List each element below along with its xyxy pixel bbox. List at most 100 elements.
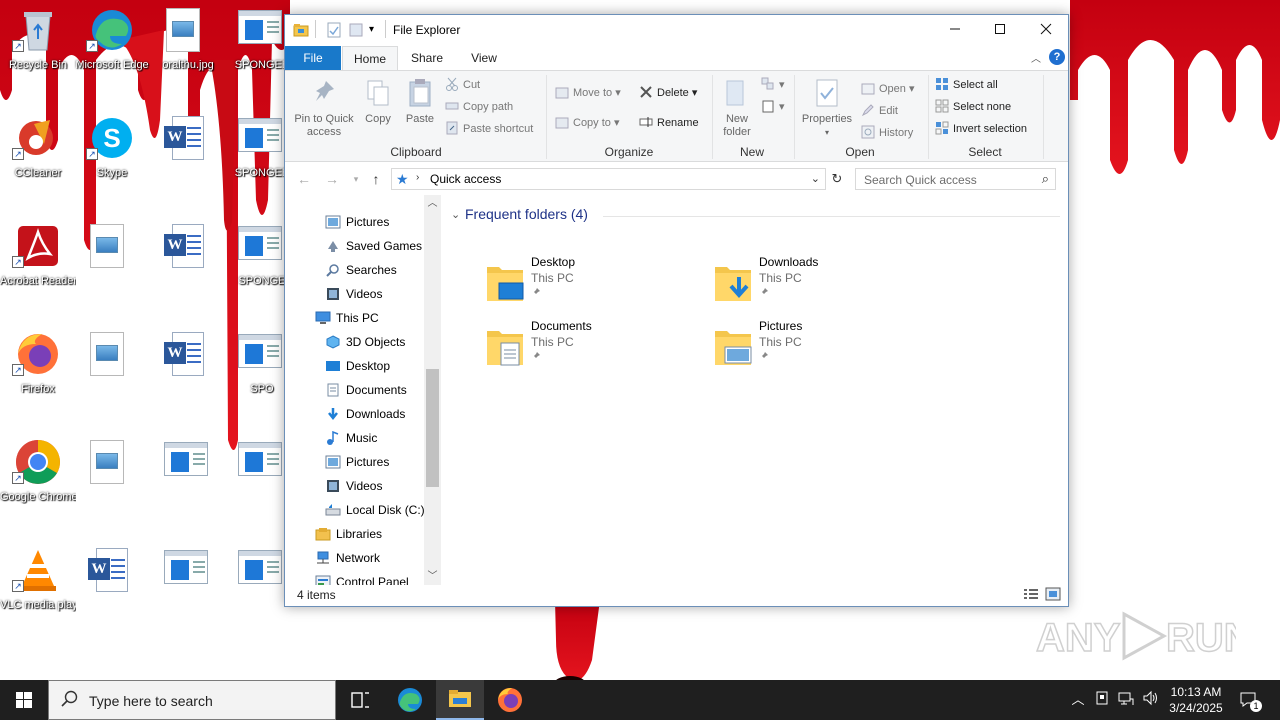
- new-folder-button[interactable]: New folder: [717, 77, 757, 139]
- desktop-icon[interactable]: ↗ Google Chrome: [0, 432, 76, 532]
- file-explorer-window[interactable]: ▾ File Explorer File Home Share View ︿ ?…: [284, 14, 1069, 607]
- nav-item-downloads[interactable]: Downloads: [325, 403, 405, 425]
- nav-item-network[interactable]: Network: [315, 547, 380, 569]
- copy-path-button[interactable]: Copy path: [445, 97, 513, 117]
- volume-tray-icon[interactable]: [1140, 690, 1160, 710]
- desktop-icon[interactable]: W: [74, 540, 150, 640]
- device-tray-icon[interactable]: [1092, 690, 1112, 710]
- show-hidden-icons-chevron-icon[interactable]: ︿: [1068, 690, 1088, 710]
- scroll-down-arrow-icon[interactable]: ﹀: [424, 568, 441, 585]
- content-pane[interactable]: ⌄ Frequent folders (4) Desktop This PC Dow…: [443, 195, 1068, 585]
- edit-button[interactable]: Edit: [861, 101, 898, 121]
- task-view-button[interactable]: [336, 680, 384, 720]
- desktop-icon[interactable]: W: [150, 324, 226, 424]
- large-icons-view-icon[interactable]: [1045, 587, 1061, 601]
- history-button[interactable]: History: [861, 123, 913, 143]
- desktop-icon[interactable]: [74, 324, 150, 424]
- search-input[interactable]: Search Quick access ⌕: [855, 168, 1056, 190]
- copy-to-button[interactable]: Copy to ▾: [555, 113, 620, 133]
- nav-item-3d-objects[interactable]: 3D Objects: [325, 331, 405, 353]
- tab-view[interactable]: View: [459, 46, 509, 70]
- nav-item-music[interactable]: Music: [325, 427, 377, 449]
- taskbar-firefox-button[interactable]: [486, 680, 534, 720]
- move-to-button[interactable]: Move to ▾: [555, 83, 621, 103]
- taskbar-file-explorer-button[interactable]: [436, 680, 484, 720]
- nav-item-desktop[interactable]: Desktop: [325, 355, 390, 377]
- frequent-folders-heading[interactable]: Frequent folders (4): [465, 206, 588, 222]
- desktop-icon[interactable]: ↗ Microsoft Edge: [74, 0, 150, 100]
- nav-item-searches[interactable]: Searches: [325, 259, 397, 281]
- taskbar-clock[interactable]: 10:13 AM 3/24/2025: [1164, 684, 1228, 716]
- nav-item-videos[interactable]: Videos: [325, 475, 382, 497]
- desktop-icon[interactable]: ↗ CCleaner: [0, 108, 76, 208]
- tab-file[interactable]: File: [285, 46, 341, 70]
- properties-button[interactable]: Properties ▾: [799, 77, 855, 139]
- select-all-button[interactable]: Select all: [935, 75, 998, 95]
- new-folder-qa-icon[interactable]: [349, 22, 363, 41]
- desktop-icon[interactable]: ↗ Acrobat Reader: [0, 216, 76, 316]
- scroll-up-arrow-icon[interactable]: ︿: [424, 195, 441, 212]
- forward-arrow-icon[interactable]: →: [323, 170, 341, 188]
- details-view-icon[interactable]: [1023, 587, 1039, 601]
- open-button[interactable]: Open ▾: [861, 79, 915, 99]
- desktop-icon[interactable]: W: [150, 216, 226, 316]
- navigation-pane[interactable]: Pictures Saved Games Searches Videos This PC…: [285, 195, 441, 585]
- new-item-button[interactable]: ▾: [761, 75, 785, 95]
- folder-tile-pictures[interactable]: Pictures This PC: [713, 317, 933, 373]
- up-arrow-icon[interactable]: ↑: [367, 170, 385, 188]
- nav-item-documents[interactable]: Documents: [325, 379, 407, 401]
- nav-item-pictures[interactable]: Pictures: [325, 211, 389, 233]
- taskbar-search-box[interactable]: Type here to search: [48, 680, 336, 720]
- refresh-icon[interactable]: ↻: [828, 170, 846, 188]
- paste-button[interactable]: Paste: [402, 77, 438, 126]
- folder-tile-desktop[interactable]: Desktop This PC: [485, 253, 705, 309]
- nav-item-libraries[interactable]: Libraries: [315, 523, 382, 545]
- title-bar[interactable]: ▾ File Explorer: [285, 15, 1068, 46]
- properties-qa-icon[interactable]: [327, 22, 341, 41]
- back-arrow-icon[interactable]: ←: [295, 170, 313, 188]
- nav-item-saved-games[interactable]: Saved Games: [325, 235, 422, 257]
- taskbar-edge-button[interactable]: [386, 680, 434, 720]
- recent-locations-chevron-icon[interactable]: ▾: [347, 170, 365, 188]
- delete-button[interactable]: Delete ▾: [639, 83, 697, 103]
- folder-tile-documents[interactable]: Documents This PC: [485, 317, 705, 373]
- customize-qa-dropdown-icon[interactable]: ▾: [369, 24, 374, 35]
- maximize-button[interactable]: [977, 15, 1023, 45]
- nav-pane-scrollbar[interactable]: ︿ ﹀: [424, 195, 441, 585]
- desktop-icon[interactable]: [150, 432, 226, 532]
- desktop-icon[interactable]: W: [150, 108, 226, 208]
- nav-item-this-pc[interactable]: This PC: [315, 307, 379, 329]
- section-collapse-chevron-icon[interactable]: ⌄: [451, 208, 460, 221]
- copy-button[interactable]: Copy: [361, 77, 395, 126]
- paste-shortcut-button[interactable]: Paste shortcut: [445, 119, 533, 139]
- rename-button[interactable]: Rename: [639, 113, 699, 133]
- start-button[interactable]: [0, 680, 48, 720]
- desktop-icon[interactable]: S ↗ Skype: [74, 108, 150, 208]
- desktop-icon[interactable]: ↗ Recycle Bin: [0, 0, 76, 100]
- nav-item-videos[interactable]: Videos: [325, 283, 382, 305]
- collapse-ribbon-icon[interactable]: ︿: [1031, 50, 1041, 65]
- nav-item-pictures[interactable]: Pictures: [325, 451, 389, 473]
- network-tray-icon[interactable]: [1116, 690, 1136, 710]
- search-icon[interactable]: ⌕: [1042, 171, 1049, 187]
- minimize-button[interactable]: [932, 15, 978, 45]
- scrollbar-thumb[interactable]: [426, 369, 439, 487]
- desktop-icon[interactable]: [74, 216, 150, 316]
- desktop-icon[interactable]: ↗ VLC media player: [0, 540, 76, 640]
- pin-to-quick-access-button[interactable]: Pin to Quick access: [289, 77, 359, 139]
- nav-item-control-panel[interactable]: Control Panel: [315, 571, 409, 585]
- cut-button[interactable]: Cut: [445, 75, 480, 95]
- help-icon[interactable]: ?: [1049, 49, 1065, 65]
- tab-share[interactable]: Share: [402, 46, 452, 70]
- address-bar[interactable]: ★ › Quick access ⌄: [391, 168, 826, 190]
- desktop-icon[interactable]: oralthu.jpg: [150, 0, 226, 100]
- breadcrumb-chevron-icon[interactable]: ›: [416, 172, 419, 183]
- breadcrumb-quick-access[interactable]: Quick access: [430, 172, 501, 186]
- desktop-icon[interactable]: ↗ Firefox: [0, 324, 76, 424]
- easy-access-button[interactable]: ▾: [761, 97, 785, 117]
- desktop-icon[interactable]: [150, 540, 226, 640]
- folder-tile-downloads[interactable]: Downloads This PC: [713, 253, 933, 309]
- tab-home[interactable]: Home: [342, 46, 398, 70]
- nav-item-local-disk-c[interactable]: Local Disk (C:): [325, 499, 425, 521]
- address-dropdown-chevron-icon[interactable]: ⌄: [811, 172, 820, 185]
